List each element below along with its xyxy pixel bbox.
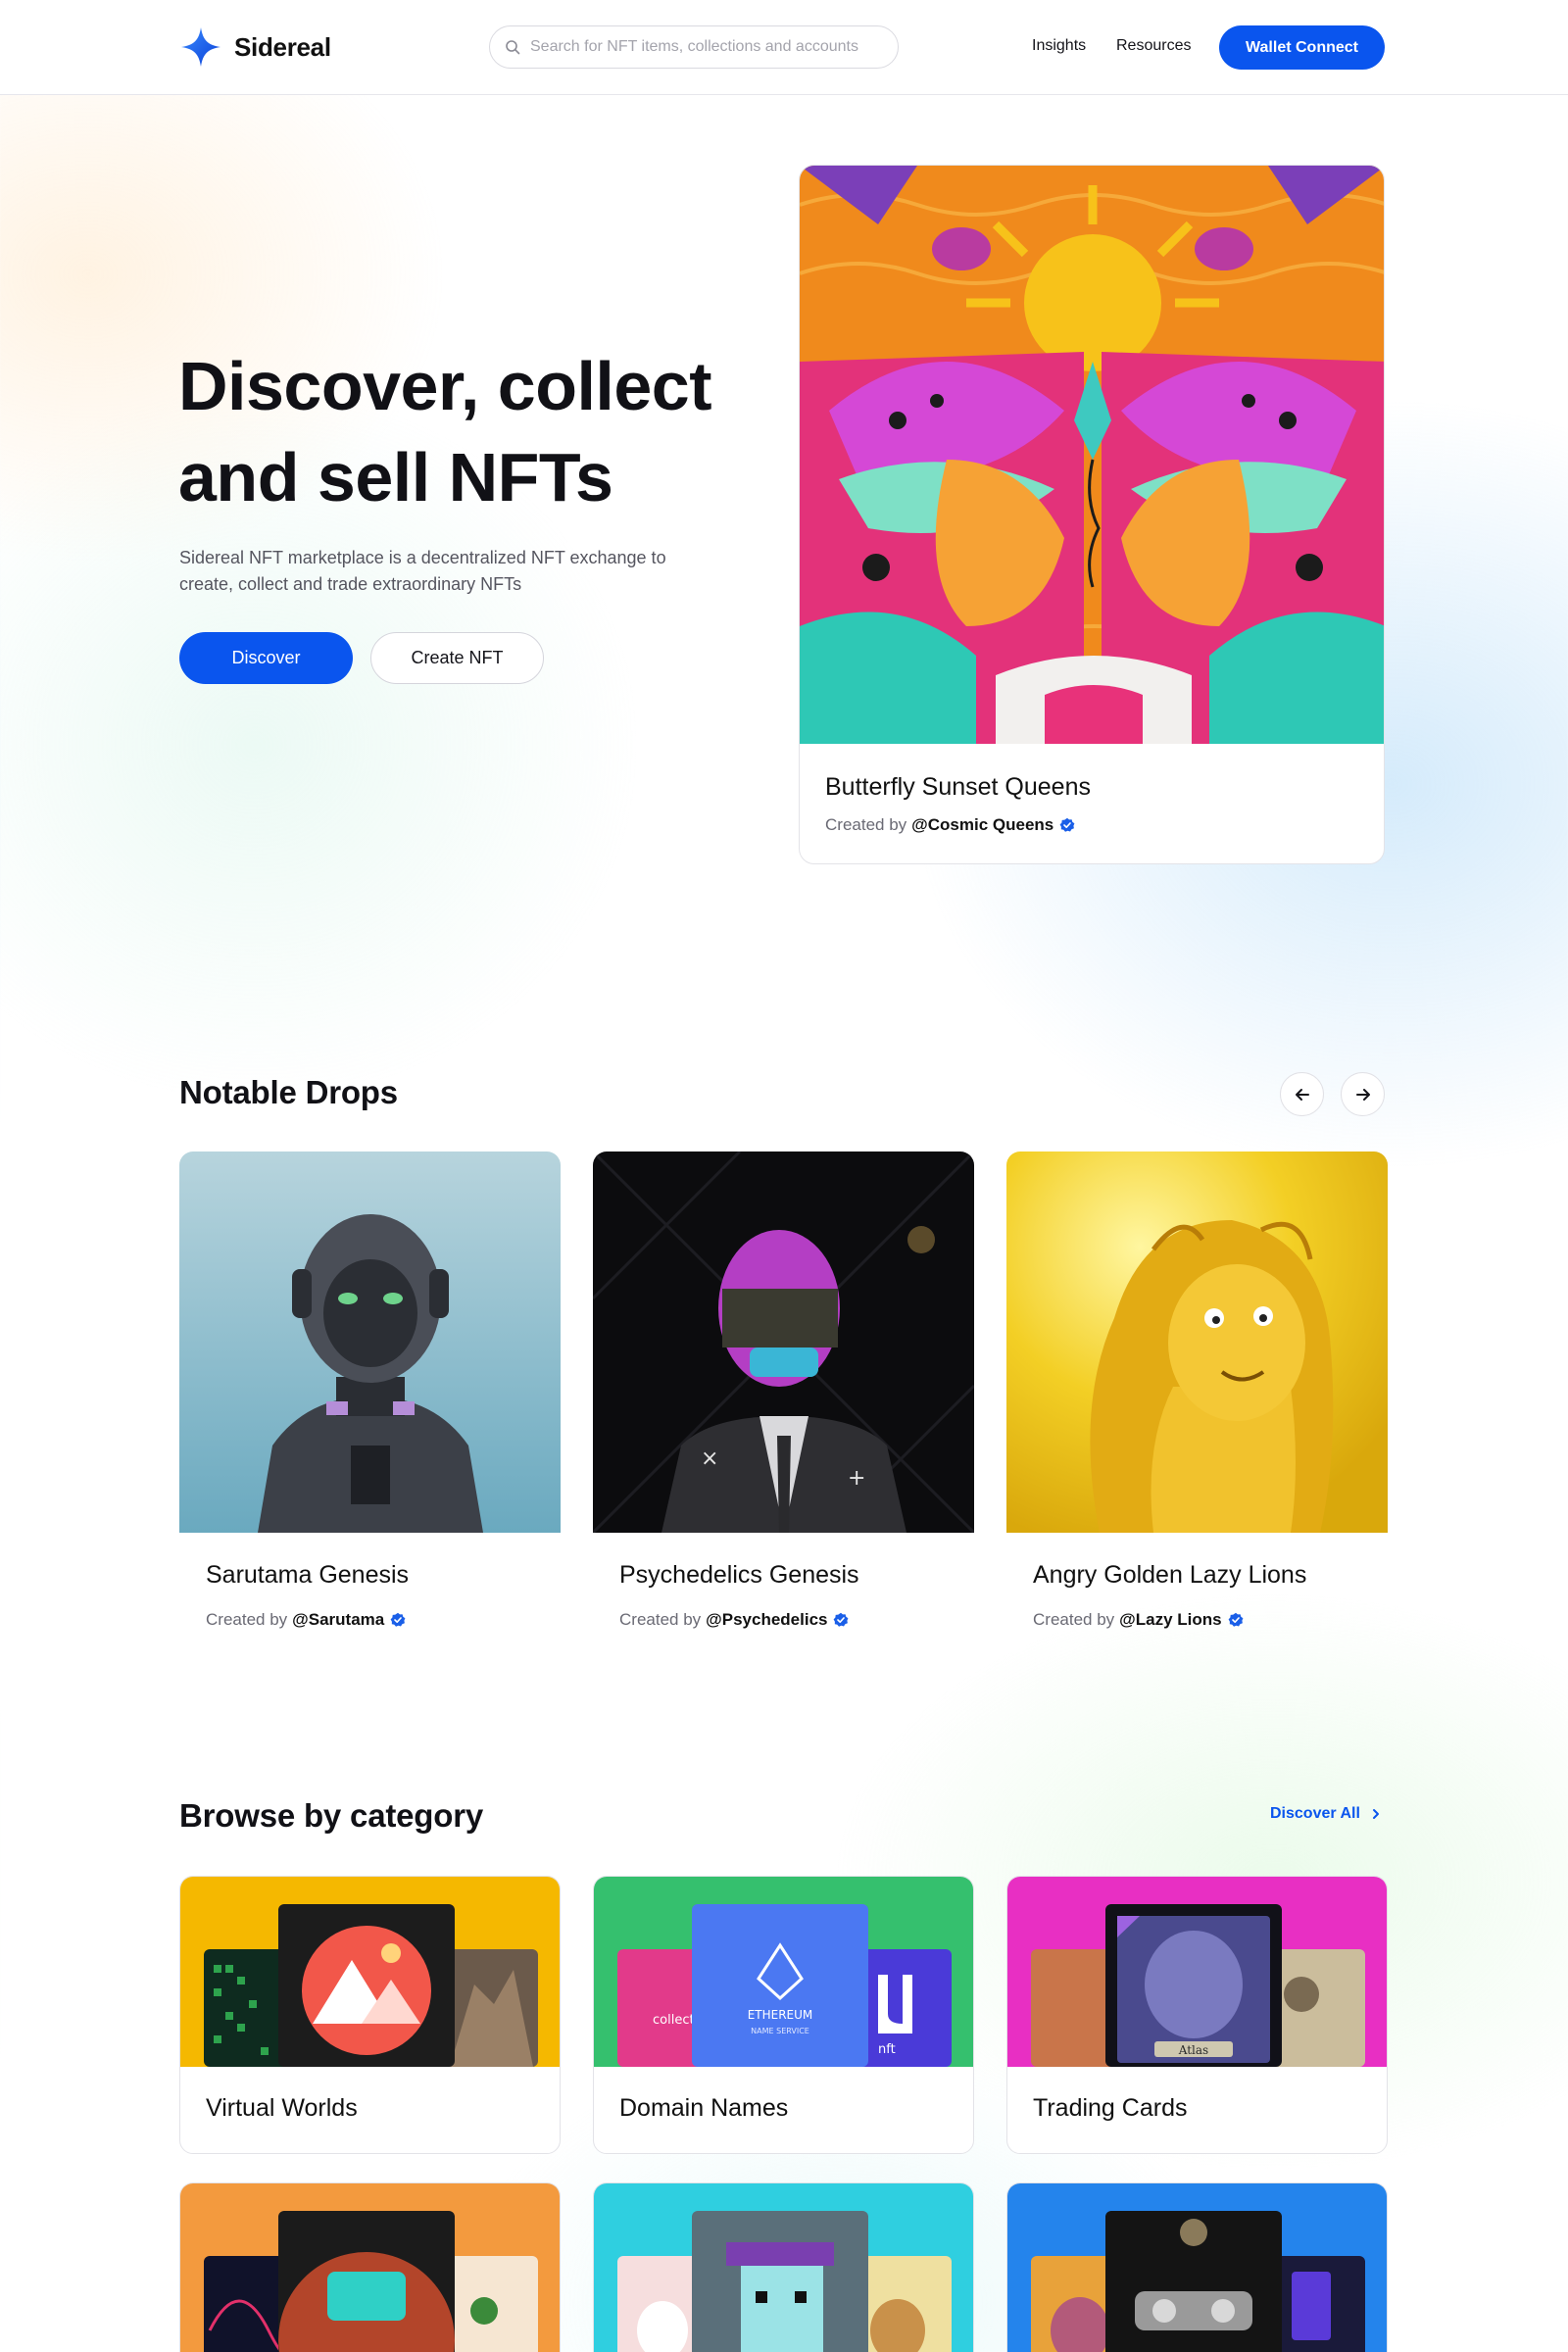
creator-handle[interactable]: @Cosmic Queens xyxy=(911,815,1054,835)
creator-handle[interactable]: @Sarutama xyxy=(292,1610,384,1630)
drop-creator: Created by @Lazy Lions xyxy=(1033,1610,1244,1630)
drop-image xyxy=(1006,1152,1388,1533)
art-collect-text: collect xyxy=(653,2013,695,2028)
drop-image: × + xyxy=(593,1152,974,1533)
drop-title: Sarutama Genesis xyxy=(206,1561,410,1589)
search-icon xyxy=(506,40,520,55)
brand-logo[interactable]: Sidereal xyxy=(179,25,331,69)
drop-title: Angry Golden Lazy Lions xyxy=(1033,1561,1307,1589)
drop-image xyxy=(179,1152,561,1533)
discover-button[interactable]: Discover xyxy=(179,632,353,684)
nav-link-insights[interactable]: Insights xyxy=(1032,37,1086,55)
wallet-connect-button[interactable]: Wallet Connect xyxy=(1219,25,1385,70)
art-atlas-text: Atlas xyxy=(1178,2043,1208,2057)
discover-all-label: Discover All xyxy=(1270,1805,1360,1822)
created-by-label: Created by xyxy=(619,1610,702,1629)
art-ens-line1: ETHEREUM xyxy=(748,2008,813,2022)
verified-badge-icon xyxy=(390,1612,406,1627)
category-image: collect nft ETHEREUM NAME SERVICE xyxy=(594,1877,973,2067)
category-label: Trading Cards xyxy=(1033,2094,1188,2122)
arrow-left-icon xyxy=(1295,1088,1309,1101)
drop-creator: Created by @Psychedelics xyxy=(619,1610,849,1630)
top-navbar: Sidereal Insights Resources Wallet Conne… xyxy=(0,0,1568,95)
category-image: Atlas xyxy=(1007,1877,1387,2067)
carousel-prev-button[interactable] xyxy=(1280,1072,1324,1116)
category-image xyxy=(594,2183,973,2352)
hero-title: Discover, collect and sell NFTs xyxy=(178,348,712,515)
drop-title: Psychedelics Genesis xyxy=(619,1561,859,1589)
drop-card-sarutama[interactable]: Sarutama Genesis Created by @Sarutama xyxy=(179,1152,561,1661)
category-image xyxy=(180,1877,560,2067)
verified-badge-icon xyxy=(1228,1612,1244,1627)
sidereal-logo-icon xyxy=(181,27,220,67)
carousel-next-button[interactable] xyxy=(1341,1072,1385,1116)
drop-card-psychedelics[interactable]: × + Psychedelics Genesis Created by @Psy… xyxy=(593,1152,974,1661)
arrow-right-icon xyxy=(1355,1088,1370,1101)
creator-handle[interactable]: @Psychedelics xyxy=(706,1610,827,1630)
search-bar[interactable] xyxy=(489,25,899,69)
category-card-6[interactable] xyxy=(1006,2182,1388,2352)
verified-badge-icon xyxy=(1059,817,1075,832)
category-card-4[interactable] xyxy=(179,2182,561,2352)
created-by-label: Created by xyxy=(825,815,907,834)
creator-handle[interactable]: @Lazy Lions xyxy=(1119,1610,1221,1630)
hero-subtitle: Sidereal NFT marketplace is a decentrali… xyxy=(179,548,666,594)
create-nft-button[interactable]: Create NFT xyxy=(370,632,544,684)
discover-all-link[interactable]: Discover All xyxy=(1270,1805,1382,1823)
drop-creator: Created by @Sarutama xyxy=(206,1610,406,1630)
category-image xyxy=(180,2183,560,2352)
category-label: Domain Names xyxy=(619,2094,789,2122)
category-image xyxy=(1007,2183,1387,2352)
category-card-5[interactable] xyxy=(593,2182,974,2352)
brand-name: Sidereal xyxy=(234,31,331,62)
search-input[interactable] xyxy=(530,38,883,56)
category-card-virtual-worlds[interactable]: Virtual Worlds xyxy=(179,1876,561,2154)
verified-badge-icon xyxy=(834,1612,849,1627)
category-card-trading-cards[interactable]: Atlas Trading Cards xyxy=(1006,1876,1388,2154)
created-by-label: Created by xyxy=(206,1610,288,1629)
featured-creator: Created by @Cosmic Queens xyxy=(825,815,1075,835)
browse-category-title: Browse by category xyxy=(179,1797,484,1834)
featured-nft-card[interactable]: Butterfly Sunset Queens Created by @Cosm… xyxy=(799,165,1385,864)
category-label: Virtual Worlds xyxy=(206,2094,358,2122)
featured-nft-title: Butterfly Sunset Queens xyxy=(825,773,1091,801)
svg-text:×: × xyxy=(701,1446,718,1471)
featured-nft-image xyxy=(800,166,1384,744)
notable-drops-title: Notable Drops xyxy=(179,1074,398,1110)
nav-link-resources[interactable]: Resources xyxy=(1116,37,1191,55)
art-nft-text: nft xyxy=(878,2042,896,2057)
svg-text:+: + xyxy=(848,1466,865,1491)
chevron-right-icon xyxy=(1372,1809,1379,1819)
created-by-label: Created by xyxy=(1033,1610,1115,1629)
art-ens-line2: NAME SERVICE xyxy=(751,2027,809,2035)
category-card-domain-names[interactable]: collect nft ETHEREUM NAME SERVICE Domain… xyxy=(593,1876,974,2154)
drop-card-lazy-lions[interactable]: Angry Golden Lazy Lions Created by @Lazy… xyxy=(1006,1152,1388,1661)
